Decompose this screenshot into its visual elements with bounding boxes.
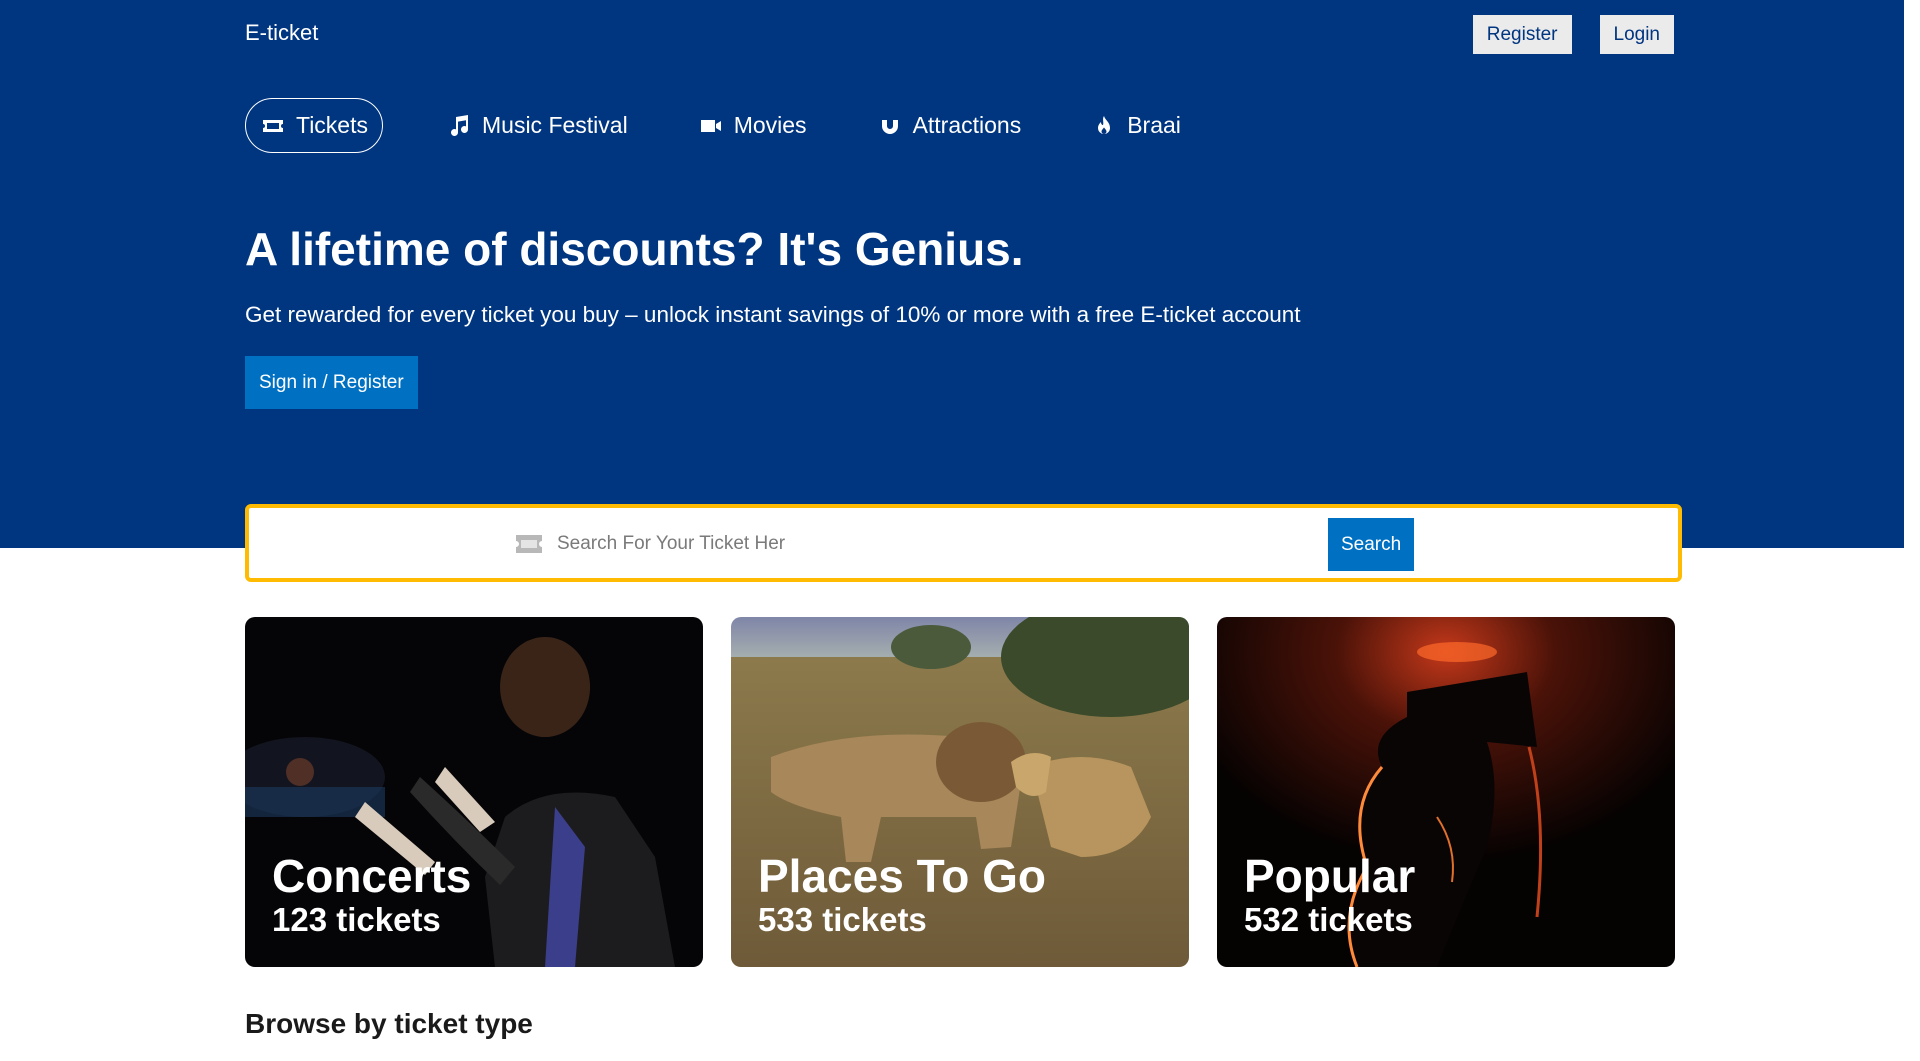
tab-label: Attractions xyxy=(912,112,1022,138)
card-concerts[interactable]: Concerts 123 tickets xyxy=(245,617,703,967)
search-button[interactable]: Search xyxy=(1328,518,1415,571)
tab-music-festival[interactable]: Music Festival xyxy=(431,98,643,153)
card-count: 532 tickets xyxy=(1244,901,1413,938)
category-nav: Tickets Music Festival Movies Attraction… xyxy=(245,98,1226,153)
music-note-icon xyxy=(446,113,472,139)
card-count: 123 tickets xyxy=(272,901,441,938)
tab-movies[interactable]: Movies xyxy=(683,98,822,153)
auth-buttons: Register Login xyxy=(1472,15,1674,54)
card-count: 533 tickets xyxy=(758,901,927,938)
page-scrollbar[interactable] xyxy=(1904,0,1920,1061)
brand-logo[interactable]: E-ticket xyxy=(245,20,318,46)
tab-attractions[interactable]: Attractions xyxy=(862,98,1037,153)
tab-tickets[interactable]: Tickets xyxy=(245,98,383,153)
search-input[interactable] xyxy=(557,522,1257,566)
category-cards: Concerts 123 tickets Places To Go 533 ti… xyxy=(245,617,1675,967)
card-title: Places To Go xyxy=(758,850,1047,902)
section-title: Browse by ticket type xyxy=(245,1008,533,1039)
hero-subtext: Get rewarded for every ticket you buy – … xyxy=(245,302,1301,327)
tab-braai[interactable]: Braai xyxy=(1076,98,1196,153)
card-popular[interactable]: Popular 532 tickets xyxy=(1217,617,1675,967)
ticket-icon xyxy=(260,113,286,139)
search-bar: Search xyxy=(245,504,1682,582)
tab-label: Braai xyxy=(1127,112,1181,138)
card-places-to-go[interactable]: Places To Go 533 tickets xyxy=(731,617,1189,967)
hero-headline: A lifetime of discounts? It's Genius. xyxy=(245,223,1024,275)
card-title: Popular xyxy=(1244,850,1416,902)
card-title: Concerts xyxy=(272,850,472,902)
register-button[interactable]: Register xyxy=(1472,15,1572,54)
tab-label: Movies xyxy=(733,112,807,138)
ticket-icon xyxy=(516,535,542,553)
tab-label: Music Festival xyxy=(482,112,628,138)
sign-in-register-button[interactable]: Sign in / Register xyxy=(245,356,418,409)
fire-icon xyxy=(1091,113,1117,139)
video-camera-icon xyxy=(698,113,724,139)
login-button[interactable]: Login xyxy=(1599,15,1674,54)
magnet-icon xyxy=(877,113,903,139)
tab-label: Tickets xyxy=(296,112,368,138)
